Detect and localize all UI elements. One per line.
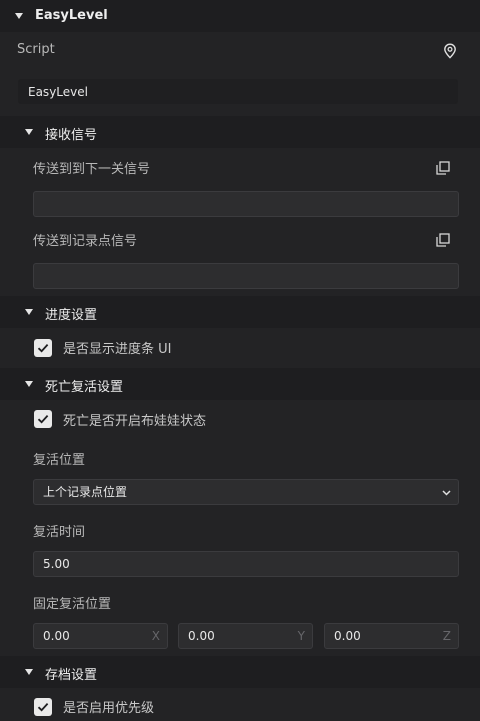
script-value: EasyLevel	[28, 85, 88, 99]
section-title-progress: 进度设置	[45, 308, 98, 323]
section-title-save: 存档设置	[45, 668, 98, 683]
checkpoint-signal-label: 传送到记录点信号	[33, 234, 138, 249]
axis-x-label: X	[151, 629, 160, 643]
next-level-signal-label: 传送到到下一关信号	[33, 162, 151, 177]
section-title-death: 死亡复活设置	[45, 380, 124, 395]
respawn-position-select[interactable]: 上个记录点位置	[33, 479, 459, 505]
respawn-time-label: 复活时间	[33, 525, 86, 540]
script-field[interactable]: EasyLevel	[18, 79, 458, 104]
location-pin-icon[interactable]	[443, 43, 457, 63]
respawn-time-value: 5.00	[43, 557, 70, 571]
fixed-position-y-input[interactable]: 0.00 Y	[178, 623, 313, 649]
component-header[interactable]: EasyLevel	[0, 0, 480, 32]
section-header-save[interactable]: 存档设置	[0, 656, 480, 688]
component-title: EasyLevel	[35, 8, 108, 23]
respawn-position-label: 复活位置	[33, 453, 86, 468]
collapse-triangle-icon[interactable]	[25, 309, 33, 315]
fixed-position-x-input[interactable]: 0.00 X	[33, 623, 168, 649]
collapse-triangle-icon[interactable]	[25, 381, 33, 387]
respawn-time-input[interactable]: 5.00	[33, 551, 459, 577]
axis-y-label: Y	[297, 629, 305, 643]
chevron-down-icon	[442, 490, 451, 496]
copy-icon[interactable]	[436, 161, 450, 179]
fixed-position-label: 固定复活位置	[33, 597, 112, 612]
collapse-triangle-icon[interactable]	[25, 669, 33, 675]
collapse-triangle-icon[interactable]	[15, 13, 23, 19]
section-title-receive: 接收信号	[45, 128, 98, 143]
fixed-position-z-input[interactable]: 0.00 Z	[324, 623, 459, 649]
enable-priority-label: 是否启用优先级	[63, 701, 155, 716]
next-level-signal-input[interactable]	[33, 191, 459, 217]
show-progress-checkbox[interactable]	[34, 339, 52, 357]
enable-priority-checkbox[interactable]	[34, 698, 52, 716]
script-label: Script	[17, 42, 55, 57]
ragdoll-label: 死亡是否开启布娃娃状态	[63, 414, 207, 429]
axis-z-label: Z	[442, 629, 451, 643]
ragdoll-checkbox[interactable]	[34, 410, 52, 428]
section-header-progress[interactable]: 进度设置	[0, 296, 480, 328]
section-header-receive[interactable]: 接收信号	[0, 116, 480, 148]
checkmark-icon	[37, 414, 49, 424]
copy-icon[interactable]	[436, 233, 450, 251]
checkpoint-signal-input[interactable]	[33, 263, 459, 289]
respawn-position-value: 上个记录点位置	[43, 485, 128, 499]
checkmark-icon	[37, 702, 49, 712]
show-progress-label: 是否显示进度条 UI	[63, 342, 172, 357]
section-header-death[interactable]: 死亡复活设置	[0, 368, 480, 400]
checkmark-icon	[37, 343, 49, 353]
collapse-triangle-icon[interactable]	[25, 129, 33, 135]
